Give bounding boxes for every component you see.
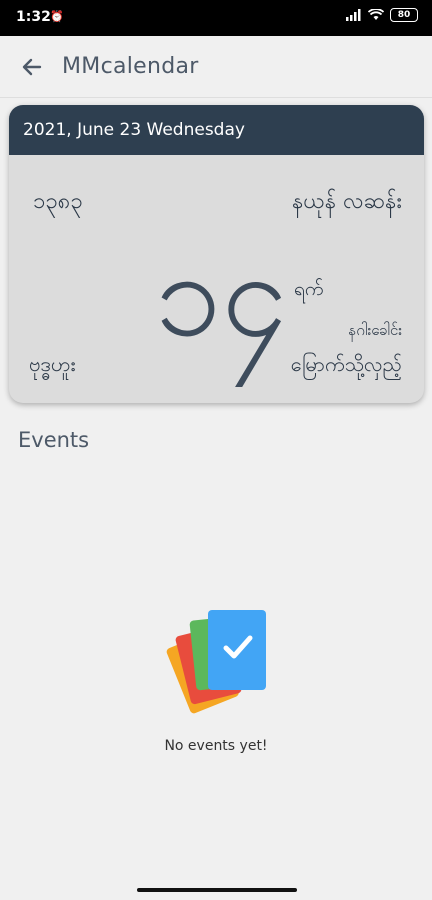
card-header: 2021, June 23 Wednesday	[9, 105, 424, 155]
nagahle-direction: နဂါးခေါင်း	[348, 321, 402, 339]
gregorian-date: 2021, June 23 Wednesday	[23, 120, 245, 140]
status-time: 1:32	[16, 9, 51, 25]
status-bar: 1:32 ⏰ 80	[0, 0, 432, 36]
date-card[interactable]: 2021, June 23 Wednesday ၁၃၈၃ နယုန် လဆန်း…	[9, 105, 424, 403]
astro-direction: မြောက်သို့လှည့်	[290, 352, 402, 376]
myanmar-year: ၁၃၈၃	[33, 189, 83, 214]
home-indicator[interactable]	[137, 888, 297, 892]
app-title: MMcalendar	[62, 54, 199, 79]
app-bar: MMcalendar	[0, 36, 432, 98]
events-heading: Events	[18, 428, 90, 452]
status-icons: 80	[346, 8, 418, 22]
myanmar-day-unit: ရက်	[294, 278, 324, 300]
myanmar-day-number: ၁၄	[155, 225, 288, 363]
wifi-icon	[368, 9, 384, 20]
signal-icon	[346, 9, 361, 21]
myanmar-weekday: ဗုဒ္ဓဟူး	[29, 352, 76, 376]
empty-events-icon	[166, 610, 266, 714]
arrow-back-icon[interactable]	[18, 53, 46, 81]
battery-icon: 80	[390, 8, 418, 22]
empty-events-message: No events yet!	[164, 738, 268, 754]
myanmar-month: နယုန် လဆန်း	[292, 189, 402, 214]
alarm-icon: ⏰	[50, 10, 64, 23]
